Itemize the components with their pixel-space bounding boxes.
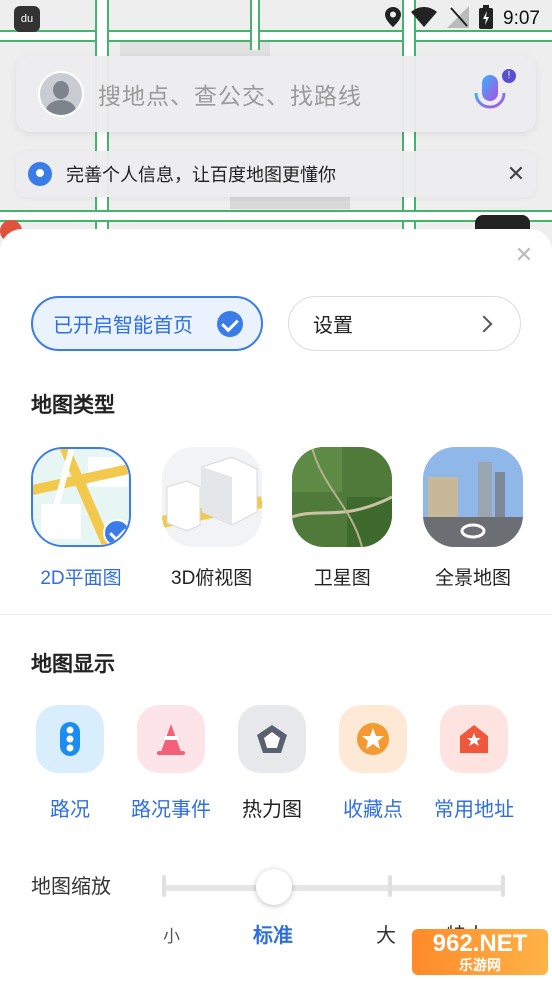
microphone-icon <box>470 75 510 123</box>
display-favorites[interactable]: 收藏点 <box>325 705 421 822</box>
zoom-option-standard[interactable]: 标准 <box>253 919 293 948</box>
sheet-close-button[interactable]: ✕ <box>512 243 536 267</box>
display-traffic-events[interactable]: 路况事件 <box>123 705 219 822</box>
display-heatmap[interactable]: 热力图 <box>224 705 320 822</box>
selected-check-icon <box>103 519 129 545</box>
map-type-2d[interactable]: 2D平面图 <box>31 447 131 590</box>
display-label: 热力图 <box>242 799 302 821</box>
status-time: 9:07 <box>503 8 540 29</box>
display-traffic[interactable]: 路况 <box>22 705 118 822</box>
notice-text: 完善个人信息，让百度地图更懂你 <box>66 165 336 185</box>
site-watermark: 962.NET 乐游网 <box>412 929 548 975</box>
avatar[interactable] <box>38 71 84 117</box>
star-icon <box>339 705 407 773</box>
zoom-option-small[interactable]: 小 <box>163 922 180 947</box>
map-satellite-thumbnail <box>292 447 393 547</box>
zoom-tick <box>388 875 392 897</box>
display-label: 路况事件 <box>131 799 211 821</box>
smart-home-label: 已开启智能首页 <box>53 315 193 337</box>
settings-button[interactable]: 设置 <box>288 296 521 351</box>
pentagon-icon <box>238 705 306 773</box>
map-display-list: 路况 路况事件 热力图 收藏点 常用地址 <box>22 705 522 822</box>
map-type-satellite[interactable]: 卫星图 <box>292 447 393 590</box>
map-type-label: 卫星图 <box>313 568 371 589</box>
location-icon <box>385 6 402 32</box>
watermark-brand: 962.NET <box>432 930 528 957</box>
zoom-slider-track[interactable] <box>164 885 504 891</box>
search-input[interactable]: 搜地点、查公交、找路线 <box>98 77 470 111</box>
wifi-icon <box>411 6 438 32</box>
display-label: 收藏点 <box>343 799 403 821</box>
battery-icon <box>479 4 494 34</box>
map-panorama-thumbnail <box>422 447 523 547</box>
profile-notice-bar[interactable]: 完善个人信息，让百度地图更懂你 ✕ <box>16 151 536 197</box>
map-settings-sheet: ✕ 已开启智能首页 设置 地图类型 2D平面图 3D俯视图 卫星图 全景地图 地… <box>0 229 552 981</box>
zoom-option-large[interactable]: 大 <box>376 919 396 948</box>
watermark-sub: 乐游网 <box>459 957 501 973</box>
voice-search-button[interactable]: ! <box>470 69 516 119</box>
map-type-3d[interactable]: 3D俯视图 <box>161 447 262 590</box>
notice-close-button[interactable]: ✕ <box>496 161 536 187</box>
status-icons: 9:07 <box>385 4 540 34</box>
traffic-cone-icon <box>137 705 205 773</box>
zoom-slider-knob[interactable] <box>256 869 292 905</box>
display-frequent-addresses[interactable]: 常用地址 <box>426 705 522 822</box>
search-bar[interactable]: 搜地点、查公交、找路线 ! <box>16 56 536 132</box>
traffic-light-icon <box>36 705 104 773</box>
display-label: 常用地址 <box>434 799 514 821</box>
zoom-title: 地图缩放 <box>31 876 111 898</box>
top-actions: 已开启智能首页 设置 <box>31 296 521 352</box>
map-type-panorama[interactable]: 全景地图 <box>422 447 523 590</box>
baidu-app-icon: du <box>14 6 40 32</box>
home-icon <box>440 705 508 773</box>
location-pin-icon <box>28 162 52 186</box>
smart-home-toggle[interactable]: 已开启智能首页 <box>31 296 263 351</box>
chevron-right-icon <box>475 315 493 332</box>
map-3d-thumbnail <box>161 447 262 547</box>
signal-icon <box>447 5 470 33</box>
map-type-label: 3D俯视图 <box>171 568 253 589</box>
status-bar: du 9:07 <box>0 0 552 38</box>
display-label: 路况 <box>50 799 90 821</box>
map-type-label: 全景地图 <box>434 568 511 589</box>
map-type-list: 2D平面图 3D俯视图 卫星图 全景地图 <box>31 447 523 590</box>
check-icon <box>217 310 243 337</box>
notification-badge: ! <box>502 69 516 83</box>
map-2d-thumbnail <box>31 447 131 547</box>
map-type-title: 地图类型 <box>31 394 115 417</box>
map-display-title: 地图显示 <box>31 653 115 676</box>
map-type-label: 2D平面图 <box>40 568 122 589</box>
section-divider <box>0 614 552 615</box>
zoom-tick <box>162 875 166 897</box>
settings-label: 设置 <box>313 315 353 337</box>
zoom-tick <box>501 875 505 897</box>
